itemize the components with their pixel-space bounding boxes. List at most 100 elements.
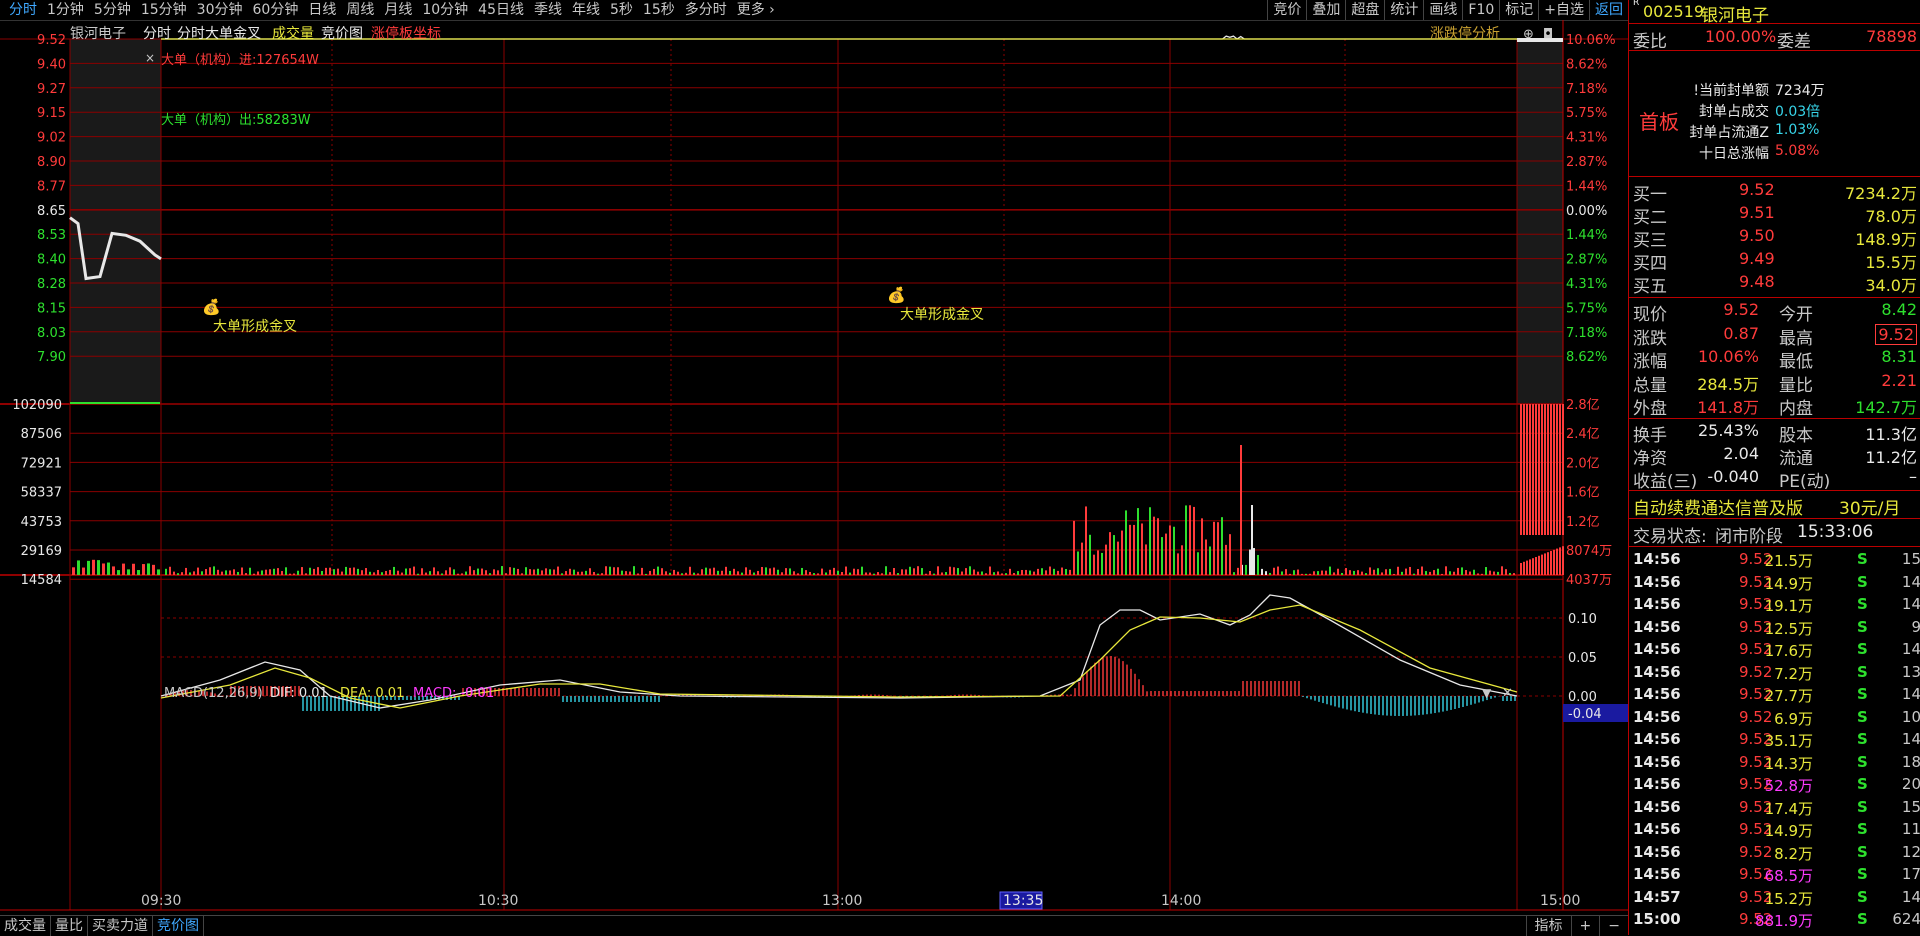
price-tick: 8.28 (37, 277, 66, 292)
postmarket-area (1517, 39, 1563, 404)
toolbar-button[interactable]: 返回 (1589, 0, 1628, 20)
indicator-tab[interactable]: 买卖力道 (88, 916, 153, 936)
volume-bar (545, 568, 547, 575)
volume-bar (413, 566, 415, 575)
header-item-big-order[interactable]: 分时大单金叉 (177, 26, 261, 42)
period-tab[interactable]: 季线 (529, 0, 567, 20)
volume-tick: 14584 (21, 573, 62, 588)
volume-bar (637, 573, 639, 575)
period-tab[interactable]: 月线 (379, 0, 417, 20)
intraday-chart[interactable]: 9.52 10.06% 9.40 8.62% 9.27 7.18% 9.15 5.75% 9.0… (0, 20, 1628, 915)
bottom-control[interactable]: 指标 (1525, 916, 1571, 936)
period-tab[interactable]: 1分钟 (42, 0, 89, 20)
toolbar-button[interactable]: 统计 (1384, 0, 1423, 20)
quote-value: 0.87 (1723, 323, 1759, 343)
header-item-volume[interactable]: 成交量 (272, 25, 314, 42)
period-tab[interactable]: 15分钟 (136, 0, 192, 20)
expand-icon[interactable]: ⊕ (1523, 27, 1534, 42)
volume-bar (957, 568, 959, 575)
stats-label: 净资 (1633, 449, 1667, 469)
bid-row[interactable]: 买二 9.51 78.0万 (1629, 203, 1920, 228)
close-icon[interactable]: × (145, 51, 155, 65)
auction-volume-bar (137, 570, 140, 575)
tick-row: 15:00 9.52 881.9万 S 624 (1629, 910, 1920, 932)
toolbar-button[interactable]: 竞价 (1267, 0, 1306, 20)
volume-bar (677, 571, 679, 575)
volume-bar (1429, 571, 1431, 575)
quote-label: 量比 (1779, 375, 1813, 396)
tick-count: 624 (1892, 910, 1920, 928)
volume-bar (1281, 571, 1283, 575)
ad-text[interactable]: 自动续费通达信普及版 (1633, 494, 1803, 519)
toolbar-button[interactable]: 标记 (1499, 0, 1538, 20)
period-tab[interactable]: 周线 (341, 0, 379, 20)
golden-cross-label-1: 大单形成金叉 (213, 319, 297, 335)
volume-bar (357, 568, 359, 575)
bottom-control[interactable]: + (1570, 916, 1600, 936)
tick-count: 15 (1901, 797, 1920, 816)
dropdown-icon[interactable]: ▼ (1482, 686, 1492, 700)
volume-bar (805, 570, 807, 575)
bid-row[interactable]: 买三 9.50 148.9万 (1629, 226, 1920, 251)
volume-bar (409, 568, 411, 575)
period-tab[interactable]: 多分时 (680, 0, 732, 20)
header-item-limit-coord[interactable]: 涨停板坐标 (371, 25, 441, 42)
tick-count: 13 (1901, 662, 1920, 681)
ad-price[interactable]: 30元/月 (1839, 494, 1900, 519)
volume-bar (1133, 524, 1135, 575)
indicator-tab[interactable]: 成交量 (0, 916, 51, 936)
tick-time: 15:00 (1633, 910, 1681, 928)
indicator-tab[interactable]: 量比 (51, 916, 88, 936)
volume-bar (1249, 549, 1251, 575)
period-tab[interactable]: 30分钟 (192, 0, 248, 20)
time-label: 14:00 (1161, 893, 1201, 909)
volume-bar (1445, 566, 1447, 575)
period-tab[interactable]: 10分钟 (417, 0, 473, 20)
volume-bar (937, 566, 939, 575)
header-item-auction[interactable]: 竞价图 (321, 25, 363, 42)
period-tab[interactable]: 5秒 (605, 0, 638, 20)
toolbar-button[interactable]: +自选 (1538, 0, 1589, 20)
volume-bar (1221, 517, 1223, 575)
volume-bar (561, 573, 563, 575)
bottom-control[interactable]: − (1599, 916, 1628, 936)
volume-bar (1501, 566, 1503, 575)
close-icon[interactable]: ✕ (1502, 686, 1513, 701)
toolbar-button[interactable]: 画线 (1423, 0, 1462, 20)
period-tab[interactable]: 更多 › (732, 0, 780, 20)
period-tab[interactable]: 45日线 (473, 0, 529, 20)
ad-row[interactable]: 自动续费通达信普及版 30元/月 (1629, 494, 1920, 519)
status-time: 15:33:06 (1797, 522, 1874, 542)
limit-analysis-link[interactable]: 涨跌停分析 (1430, 25, 1500, 42)
period-tab[interactable]: 日线 (303, 0, 341, 20)
period-tab[interactable]: 分时 (4, 0, 42, 20)
period-tab[interactable]: 5分钟 (89, 0, 136, 20)
bid-row[interactable]: 买四 9.49 15.5万 (1629, 249, 1920, 274)
volume-bar (349, 567, 351, 575)
r-badge: R (1633, 0, 1640, 8)
quote-value: 142.7万 (1855, 398, 1917, 417)
close-volume-bar (1562, 546, 1564, 575)
macd-cursor-value: -0.04 (1568, 707, 1602, 722)
tick-count: 11 (1901, 820, 1920, 838)
volume-bar (961, 571, 963, 575)
toolbar-button[interactable]: F10 (1462, 0, 1499, 20)
period-tab[interactable]: 15秒 (638, 0, 680, 20)
window-icon[interactable]: ◘ (1543, 27, 1553, 42)
bid-row[interactable]: 买一 9.52 7234.2万 (1629, 180, 1920, 205)
volume-bar (905, 569, 907, 575)
bid-row[interactable]: 买五 9.48 34.0万 (1629, 272, 1920, 297)
volume-bar (477, 568, 479, 575)
toolbar-button[interactable]: 超盘 (1345, 0, 1384, 20)
stats-row: 净资 2.04 流通 11.2亿 (1629, 444, 1920, 469)
indicator-tab[interactable]: 竞价图 (153, 916, 204, 936)
volume-bar (1193, 506, 1195, 575)
chart-canvas[interactable]: 9.52 10.06% 9.40 8.62% 9.27 7.18% 9.15 5.75% 9.0… (0, 20, 1628, 915)
toolbar-button[interactable]: 叠加 (1306, 0, 1345, 20)
tick-volume: 19.1万 (1764, 597, 1813, 615)
tick-time: 14:56 (1633, 797, 1681, 816)
weicha-value: 78898 (1866, 27, 1917, 46)
period-tab[interactable]: 年线 (567, 0, 605, 20)
header-item-fenshi[interactable]: 分时 (143, 26, 171, 42)
period-tab[interactable]: 60分钟 (248, 0, 304, 20)
